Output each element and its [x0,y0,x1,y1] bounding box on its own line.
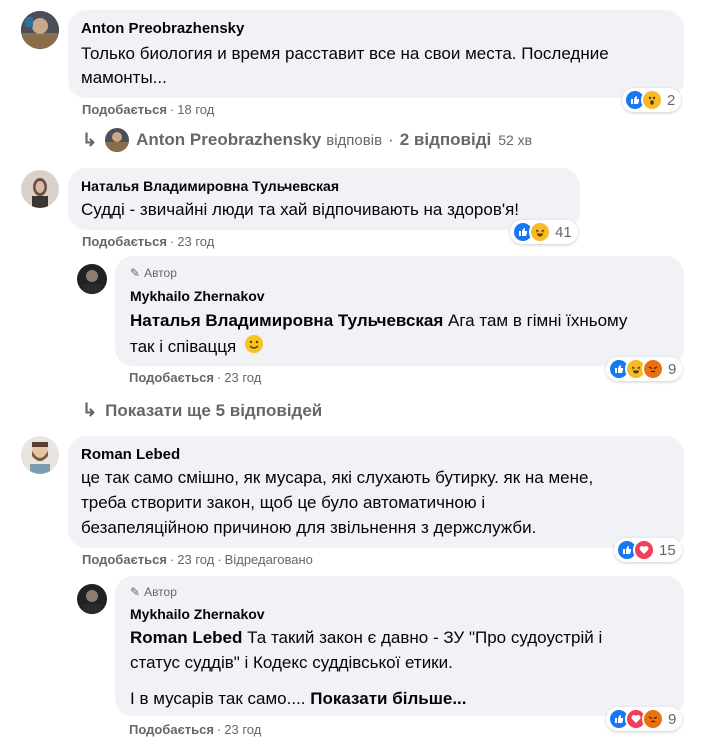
reply-arrow-icon: ↳ [82,129,98,150]
like-button[interactable]: Подобається [129,722,214,737]
comment-text-line: Только биология и время расставит все на… [81,44,609,63]
avatar[interactable] [21,436,59,474]
reaction-count: 2 [667,91,676,109]
comment-author[interactable]: Наталья Владимировна Тульчевская [81,178,339,194]
reply-actions: Подобається · 23 год [129,370,262,385]
wow-reaction-icon [641,89,663,111]
timestamp[interactable]: 18 год [177,102,214,117]
angry-reaction-icon [642,708,664,730]
author-pen-icon: ✎ [130,585,141,599]
reaction-count: 9 [668,710,677,728]
comment-text-line: треба створити закон, щоб це було автома… [81,493,486,512]
avatar[interactable] [21,11,59,49]
author-pen-icon: ✎ [130,266,141,280]
reactions-summary[interactable]: 15 [614,538,682,562]
timestamp[interactable]: 23 год [177,234,214,249]
avatar[interactable] [77,584,107,614]
reactions-summary[interactable]: 9 [606,707,683,731]
reply-text: І в мусарів так само.... [130,689,306,708]
author-badge-label: Автор [144,266,177,280]
mention-link[interactable]: Наталья Владимировна Тульчевская [130,311,443,330]
reply-text-line: Наталья Владимировна Тульчевская Ага там… [130,308,627,333]
comment-text-line: Судді - звичайні люди та хай відпочивают… [81,200,520,219]
timestamp[interactable]: 23 год [224,370,261,385]
reply-text: Ага там в гімні їхньому [448,311,628,330]
see-more-link[interactable]: Показати більше... [310,689,466,708]
author-badge: ✎ Автор [130,585,177,599]
reply-count: 2 відповіді [399,130,492,149]
view-replies-link[interactable]: ↳ Anton Preobrazhensky відповів · 2 відп… [82,128,532,152]
reactions-summary[interactable]: 2 [622,88,682,112]
reply-author[interactable]: Mykhailo Zhernakov [130,288,265,304]
avatar [105,128,130,152]
author-badge-label: Автор [144,585,177,599]
avatar[interactable] [21,170,59,208]
reply-text-line: так і співацця [130,334,264,361]
reply-text: Та такий закон є давно - ЗУ "Про судоуст… [247,628,603,647]
smile-emoji-icon [244,334,264,361]
reaction-count: 9 [668,360,677,378]
comment-author[interactable]: Roman Lebed [81,446,180,463]
comment-author[interactable]: Anton Preobrazhensky [81,20,244,37]
comment-text-line: це так само смішно, як мусара, які слуха… [81,468,594,487]
like-button[interactable]: Подобається [82,552,167,567]
reply-text-line: Roman Lebed Та такий закон є давно - ЗУ … [130,625,602,650]
show-more-replies-link[interactable]: ↳ Показати ще 5 відповідей [82,400,322,421]
comment-actions: Подобається · 18 год [82,102,215,117]
comment-text-line: безапеляційною причиною для звільнення з… [81,518,537,537]
love-reaction-icon [633,539,655,561]
like-button[interactable]: Подобається [129,370,214,385]
reaction-count: 15 [659,541,676,559]
comment-text-line: мамонты... [81,68,167,87]
reply-time: 52 хв [498,132,533,148]
reaction-count: 41 [555,223,572,241]
reply-author: Anton Preobrazhensky [136,130,322,149]
mention-link[interactable]: Roman Lebed [130,628,242,647]
reply-text-line: І в мусарів так само.... Показати більше… [130,686,467,711]
timestamp[interactable]: 23 год [224,722,261,737]
reply-actions: Подобається · 23 год [129,722,262,737]
edited-label[interactable]: Відредаговано [225,552,313,567]
comment-actions: Подобається · 23 год · Відредаговано [82,552,313,567]
reactions-summary[interactable]: 41 [510,220,578,244]
reply-author[interactable]: Mykhailo Zhernakov [130,606,265,622]
reply-text-line: статус суддів" і Кодекс суддівської етик… [130,653,453,672]
author-badge: ✎ Автор [130,266,177,280]
haha-reaction-icon [529,221,551,243]
reactions-summary[interactable]: 9 [606,357,683,381]
reply-arrow-icon: ↳ [82,400,98,420]
replied-text: відповів [326,131,383,149]
like-button[interactable]: Подобається [82,234,167,249]
show-more-replies-label: Показати ще 5 відповідей [105,400,323,420]
like-button[interactable]: Подобається [82,102,167,117]
timestamp[interactable]: 23 год [177,552,214,567]
reply-text: так і співацця [130,337,237,356]
angry-reaction-icon [642,358,664,380]
comment-actions: Подобається · 23 год [82,234,215,249]
avatar[interactable] [77,264,107,294]
